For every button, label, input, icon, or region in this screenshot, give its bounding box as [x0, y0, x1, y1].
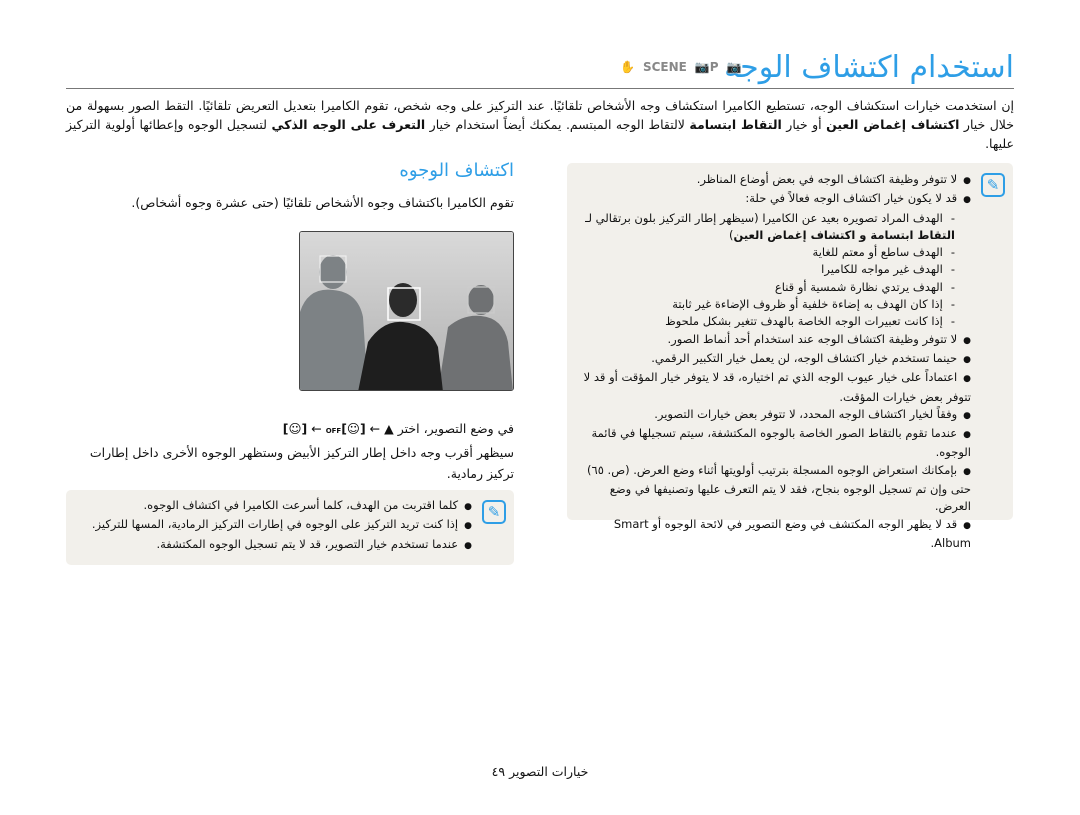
face-detection-icon: [☺] — [282, 421, 308, 436]
note-bold: التقاط ابتسامة و اكتشاف إغماض العين — [733, 227, 955, 242]
notes-list: لا تتوفر وظيفة اكتشاف الوجه في بعض أوضاع… — [579, 171, 971, 552]
tip-text: كلما اقتربت من الهدف، كلما أسرعت الكامير… — [143, 498, 459, 512]
up-triangle-icon: ▲ — [384, 421, 394, 436]
tip-item: عندما تستخدم خيار التصوير، قد لا يتم تسج… — [76, 536, 472, 555]
note-text: إذا كانت تعبيرات الوجه الخاصة بالهدف تتغ… — [665, 314, 943, 329]
note-item: الهدف ساطع أو معتم للغاية — [579, 244, 971, 261]
tip-item: كلما اقتربت من الهدف، كلما أسرعت الكامير… — [76, 497, 472, 516]
note-item: اعتماداً على خيار عيوب الوجه الذي تم اخت… — [579, 369, 971, 406]
note-text: اعتماداً على خيار عيوب الوجه الذي تم اخت… — [583, 370, 971, 404]
note-item: الهدف المراد تصويره بعيد عن الكاميرا (سي… — [579, 210, 971, 245]
instruction-step: في وضع التصوير، اختر ▲ ← [☺]OFF ← [☺] سي… — [66, 418, 514, 484]
page-number: ٤٩ — [491, 764, 506, 779]
section-heading: اكتشاف الوجوه — [399, 160, 514, 181]
note-text: قد لا يظهر الوجه المكتشف في وضع التصوير … — [613, 516, 971, 550]
dual-is-icon: ✋ — [620, 60, 635, 74]
note-item: عندما تقوم بالتقاط الصور الخاصة بالوجوه … — [579, 425, 971, 462]
note-text: وفقاً لخيار اكتشاف الوجه المحدد، لا تتوف… — [654, 406, 958, 421]
note-item: وفقاً لخيار اكتشاف الوجه المحدد، لا تتوف… — [579, 406, 971, 425]
note-text: لا تتوفر وظيفة اكتشاف الوجه عند استخدام … — [667, 331, 958, 346]
step-path: في وضع التصوير، اختر ▲ ← [☺]OFF ← [☺] — [282, 421, 514, 436]
program-icon: 📷P — [694, 60, 719, 74]
note-text: حينما تستخدم خيار اكتشاف الوجه، لن يعمل … — [651, 350, 958, 365]
note-item: لا تتوفر وظيفة اكتشاف الوجه في بعض أوضاع… — [579, 171, 971, 190]
tips-list: كلما اقتربت من الهدف، كلما أسرعت الكامير… — [76, 497, 472, 555]
note-text: قد لا يكون خيار اكتشاف الوجه فعالاً في ح… — [745, 191, 958, 206]
note-text: الهدف غير مواجه للكاميرا — [821, 262, 943, 277]
camera-icon: 📷 — [726, 60, 742, 74]
face-detection-off-icon: [☺]OFF — [325, 421, 366, 436]
note-item: الهدف يرتدي نظارة شمسية أو قناع — [579, 279, 971, 296]
face-detection-example-image — [299, 231, 514, 391]
step-description: سيظهر أقرب وجه داخل إطار التركيز الأبيض … — [89, 445, 514, 481]
note-text: الهدف ساطع أو معتم للغاية — [812, 245, 943, 260]
tips-box: ✎ كلما اقتربت من الهدف، كلما أسرعت الكام… — [66, 490, 514, 565]
note-item: إذا كان الهدف به إضاءة خلفية أو ظروف الإ… — [579, 296, 971, 313]
page-title: استخدام اكتشاف الوجه — [724, 50, 1014, 85]
note-text: لا تتوفر وظيفة اكتشاف الوجه في بعض أوضاع… — [696, 172, 958, 186]
note-text: الهدف يرتدي نظارة شمسية أو قناع — [774, 279, 943, 294]
note-text: بإمكانك استعراض الوجوه المسجلة بترتيب أو… — [587, 462, 971, 514]
note-text: عندما تقوم بالتقاط الصور الخاصة بالوجوه … — [591, 426, 971, 460]
note-item: قد لا يكون خيار اكتشاف الوجه فعالاً في ح… — [579, 190, 971, 209]
note-icon: ✎ — [981, 173, 1005, 197]
title-divider — [66, 88, 1014, 89]
tip-item: إذا كنت تريد التركيز على الوجوه في إطارا… — [76, 516, 472, 535]
note-text: إذا كان الهدف به إضاءة خلفية أو ظروف الإ… — [672, 297, 943, 312]
note-item: إذا كانت تعبيرات الوجه الخاصة بالهدف تتغ… — [579, 313, 971, 330]
note-item: قد لا يظهر الوجه المكتشف في وضع التصوير … — [579, 516, 971, 553]
note-item: الهدف غير مواجه للكاميرا — [579, 261, 971, 278]
notes-box: ✎ لا تتوفر وظيفة اكتشاف الوجه في بعض أوض… — [567, 163, 1013, 550]
note-item: حينما تستخدم خيار اكتشاف الوجه، لن يعمل … — [579, 350, 971, 369]
note-item: بإمكانك استعراض الوجوه المسجلة بترتيب أو… — [579, 462, 971, 516]
intro-paragraph: إن استخدمت خيارات استكشاف الوجه، تستطيع … — [66, 98, 1014, 151]
section-description: تقوم الكاميرا باكتشاف وجوه الأشخاص تلقائ… — [131, 195, 514, 210]
note-text: الهدف المراد تصويره بعيد عن الكاميرا (سي… — [585, 210, 943, 225]
tip-text: إذا كنت تريد التركيز على الوجوه في إطارا… — [91, 517, 459, 532]
note-item: لا تتوفر وظيفة اكتشاف الوجه عند استخدام … — [579, 331, 971, 350]
scene-icon: SCENE — [642, 60, 687, 74]
mode-icons: ✋ SCENE 📷P 📷 — [620, 60, 742, 74]
note-icon: ✎ — [482, 500, 506, 524]
page-footer: خيارات التصوير ٤٩ — [491, 764, 589, 779]
tip-text: عندما تستخدم خيار التصوير، قد لا يتم تسج… — [156, 536, 459, 551]
